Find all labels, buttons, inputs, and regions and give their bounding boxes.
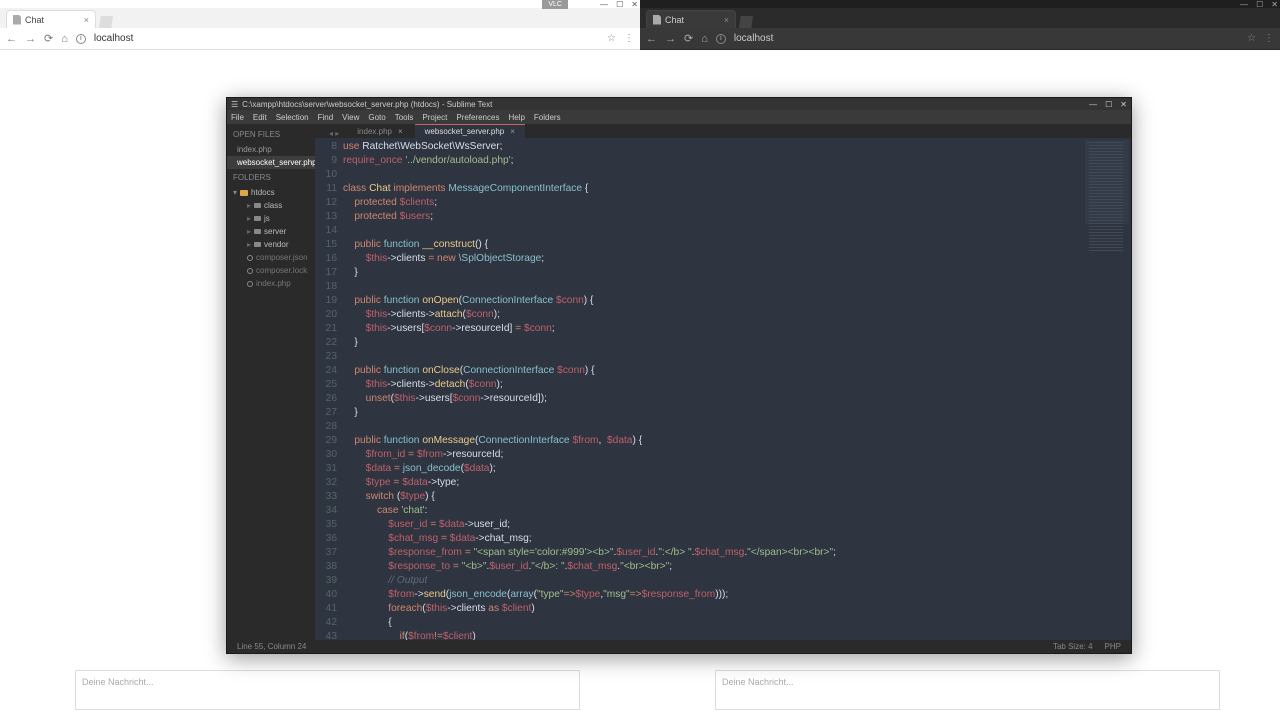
- url-field[interactable]: localhost: [94, 33, 599, 44]
- reload-icon[interactable]: ⟳: [684, 32, 693, 45]
- editor-sidebar: OPEN FILES index.phpwebsocket_server.php…: [227, 124, 315, 640]
- vlc-label: VLC: [542, 0, 568, 9]
- open-file[interactable]: index.php: [227, 143, 315, 156]
- editor-title: C:\xampp\htdocs\server\websocket_server.…: [242, 100, 492, 109]
- folder-icon: [240, 190, 248, 196]
- menu-help[interactable]: Help: [508, 113, 524, 122]
- close-icon[interactable]: ×: [724, 15, 729, 25]
- folders-header: FOLDERS: [227, 169, 315, 186]
- folder-item[interactable]: ▸server: [227, 225, 315, 238]
- info-icon[interactable]: i: [76, 34, 86, 44]
- page-icon: [653, 15, 661, 25]
- menu-project[interactable]: Project: [422, 113, 447, 122]
- status-position: Line 55, Column 24: [237, 642, 306, 651]
- url-field[interactable]: localhost: [734, 33, 1239, 44]
- menu-selection[interactable]: Selection: [276, 113, 309, 122]
- titlebar: VLC —☐✕: [0, 0, 640, 8]
- reload-icon[interactable]: ⟳: [44, 32, 53, 45]
- editor-body: OPEN FILES index.phpwebsocket_server.php…: [227, 124, 1131, 640]
- menu-icon[interactable]: ⋮: [624, 33, 634, 44]
- bookmark-icon[interactable]: ☆: [607, 33, 616, 44]
- new-tab-button[interactable]: [739, 16, 753, 28]
- home-icon[interactable]: ⌂: [61, 33, 68, 45]
- address-bar: ← → ⟳ ⌂ i localhost ☆ ⋮: [0, 28, 640, 50]
- new-tab-button[interactable]: [99, 16, 113, 28]
- menu-file[interactable]: File: [231, 113, 244, 122]
- info-icon[interactable]: i: [716, 34, 726, 44]
- browser-tab[interactable]: Chat ×: [646, 10, 736, 28]
- forward-icon[interactable]: →: [25, 33, 36, 45]
- folder-item[interactable]: ▸js: [227, 212, 315, 225]
- editor-menu[interactable]: File Edit Selection Find View Goto Tools Projec…: [227, 110, 1131, 124]
- menu-goto[interactable]: Goto: [368, 113, 385, 122]
- chat-input[interactable]: Deine Nachricht...: [75, 670, 580, 710]
- menu-view[interactable]: View: [342, 113, 359, 122]
- address-bar: ← → ⟳ ⌂ i localhost ☆ ⋮: [640, 28, 1280, 50]
- titlebar: —☐✕: [640, 0, 1280, 8]
- folder-root[interactable]: ▾htdocs: [227, 186, 315, 199]
- menu-tools[interactable]: Tools: [395, 113, 414, 122]
- menu-preferences[interactable]: Preferences: [456, 113, 499, 122]
- file-item[interactable]: index.php: [227, 277, 315, 290]
- sublime-window: ☰ C:\xampp\htdocs\server\websocket_serve…: [226, 97, 1132, 654]
- menu-find[interactable]: Find: [318, 113, 334, 122]
- browser-tab[interactable]: Chat ×: [6, 10, 96, 28]
- folder-item[interactable]: ▸class: [227, 199, 315, 212]
- open-files-header: OPEN FILES: [227, 126, 315, 143]
- tab-title: Chat: [665, 15, 684, 25]
- tab-title: Chat: [25, 15, 44, 25]
- status-tabsize[interactable]: Tab Size: 4: [1053, 642, 1093, 651]
- back-icon[interactable]: ←: [6, 33, 17, 45]
- home-icon[interactable]: ⌂: [701, 33, 708, 45]
- menu-folders[interactable]: Folders: [534, 113, 561, 122]
- status-lang[interactable]: PHP: [1105, 642, 1121, 651]
- code-area: ◂ ▸index.php×websocket_server.php× 89101…: [315, 124, 1131, 640]
- forward-icon[interactable]: →: [665, 33, 676, 45]
- tabs-bar: Chat ×: [0, 8, 640, 28]
- menu-edit[interactable]: Edit: [253, 113, 267, 122]
- line-gutter: 8910111213141516171819202122232425262728…: [315, 138, 343, 640]
- editor-tab[interactable]: index.php×: [347, 124, 412, 138]
- code-editor[interactable]: 8910111213141516171819202122232425262728…: [315, 138, 1131, 640]
- window-controls[interactable]: —☐✕: [1089, 100, 1127, 109]
- menu-icon[interactable]: ⋮: [1264, 33, 1274, 44]
- window-controls[interactable]: —☐✕: [600, 0, 638, 9]
- close-icon[interactable]: ×: [84, 15, 89, 25]
- editor-tabs: ◂ ▸index.php×websocket_server.php×: [315, 124, 1131, 138]
- file-item[interactable]: composer.lock: [227, 264, 315, 277]
- status-bar: Line 55, Column 24 Tab Size: 4 PHP: [227, 640, 1131, 653]
- open-file[interactable]: websocket_server.php: [227, 156, 315, 169]
- editor-tab[interactable]: websocket_server.php×: [415, 124, 525, 138]
- tabs-bar: Chat ×: [640, 8, 1280, 28]
- page-icon: [13, 15, 21, 25]
- chat-input[interactable]: Deine Nachricht...: [715, 670, 1220, 710]
- file-item[interactable]: composer.json: [227, 251, 315, 264]
- back-icon[interactable]: ←: [646, 33, 657, 45]
- minimap[interactable]: [1085, 140, 1129, 260]
- bookmark-icon[interactable]: ☆: [1247, 33, 1256, 44]
- window-controls[interactable]: —☐✕: [1240, 0, 1278, 9]
- folder-item[interactable]: ▸vendor: [227, 238, 315, 251]
- code-lines[interactable]: use Ratchet\WebSocket\WsServer;require_o…: [343, 138, 1131, 640]
- editor-titlebar[interactable]: ☰ C:\xampp\htdocs\server\websocket_serve…: [227, 98, 1131, 110]
